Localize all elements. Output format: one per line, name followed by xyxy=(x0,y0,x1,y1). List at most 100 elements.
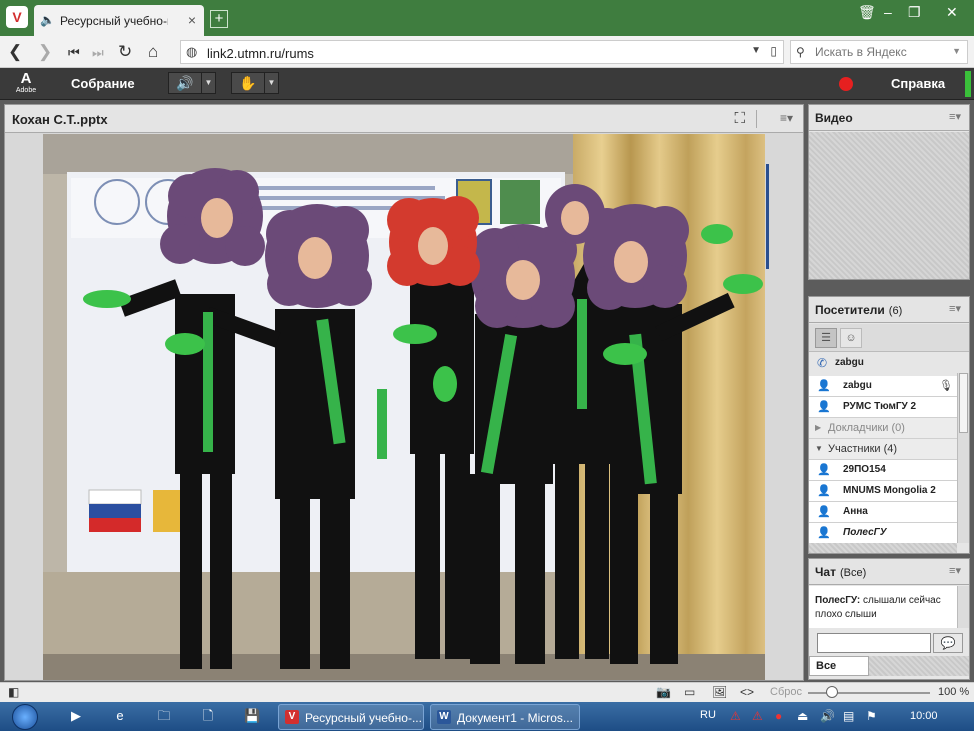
participant-icon: 👤 xyxy=(817,527,831,539)
adobe-logo: A Adobe xyxy=(14,71,38,97)
attendees-title-text: Посетители xyxy=(815,303,885,317)
forward-icon[interactable]: ❯ xyxy=(38,42,52,62)
speaker-volume-icon: 🔊 xyxy=(176,75,194,91)
folder-icon[interactable]: 🗀 xyxy=(156,708,172,724)
save-icon[interactable]: 💾 xyxy=(244,708,260,724)
video-pod-menu-icon[interactable]: ≡▾ xyxy=(949,110,961,123)
bookmark-icon[interactable]: ▯ xyxy=(770,44,777,58)
attendee-name: Анна xyxy=(843,506,868,517)
host-icon: 👤 xyxy=(817,401,831,413)
image-icon[interactable]: 🖼 xyxy=(712,685,727,699)
home-icon[interactable]: ⌂ xyxy=(148,42,158,62)
restore-icon[interactable]: ❐ xyxy=(908,4,921,21)
attendee-name: MNUMS Mongolia 2 xyxy=(843,485,936,496)
speaker-button[interactable]: 🔊 ▼ xyxy=(168,72,216,94)
chat-footer xyxy=(869,656,969,676)
chat-messages: ПолесГУ: слышали сейчас плохо слыши xyxy=(809,586,957,628)
speaker-dropdown-icon[interactable]: ▼ xyxy=(201,73,215,93)
scrollbar-thumb[interactable] xyxy=(959,373,968,433)
internet-explorer-icon[interactable]: e xyxy=(112,708,128,724)
fullscreen-icon[interactable]: ⛶ xyxy=(734,110,745,127)
back-icon[interactable]: ❮ xyxy=(8,42,22,62)
chat-target-label: Все xyxy=(816,660,837,672)
vivaldi-task-icon: V xyxy=(285,710,299,724)
browser-nav-bar: ❮ ❯ ⏮ ⏭ ↻ ⌂ ◍ link2.utmn.ru/rums ▼ ▯ ⚲ ▼ xyxy=(0,36,974,68)
status-button[interactable]: ✋ ▼ xyxy=(231,72,279,94)
chat-pod-header: Чат (Все) ≡▾ xyxy=(809,559,969,585)
attendee-row[interactable]: 👤 ПолесГУ xyxy=(809,523,957,544)
search-input[interactable] xyxy=(815,44,945,60)
start-button-icon[interactable] xyxy=(12,704,38,730)
chat-pod-menu-icon[interactable]: ≡▾ xyxy=(949,564,961,577)
header-divider xyxy=(756,110,757,128)
media-player-icon[interactable]: ▶ xyxy=(68,708,84,724)
action-center-icon[interactable]: ⚑ xyxy=(866,709,877,723)
reload-icon[interactable]: ↻ xyxy=(118,42,132,62)
status-view-icon[interactable]: ☺ xyxy=(840,328,862,348)
close-window-icon[interactable]: ✕ xyxy=(946,4,958,21)
search-box[interactable]: ⚲ ▼ xyxy=(790,40,968,64)
taskbar-browser-task[interactable]: V Ресурсный учебно-... xyxy=(278,704,424,730)
attendee-row[interactable]: 👤 zabgu 🎙 xyxy=(809,376,957,397)
chat-target-select[interactable]: Все xyxy=(809,656,869,676)
slide-scroll-indicator[interactable] xyxy=(766,164,769,269)
zoom-slider-knob[interactable] xyxy=(826,686,838,698)
close-tab-icon[interactable]: × xyxy=(188,12,196,28)
attendee-row[interactable]: 👤 Анна xyxy=(809,502,957,523)
tray-alert-icon[interactable]: ⚠ xyxy=(752,709,763,723)
attendees-pod-menu-icon[interactable]: ≡▾ xyxy=(949,302,961,315)
chat-scrollbar[interactable] xyxy=(957,586,969,628)
address-bar[interactable]: ◍ link2.utmn.ru/rums ▼ ▯ xyxy=(180,40,784,64)
presenters-group[interactable]: ▶ Докладчики (0) xyxy=(809,418,957,439)
speaker-icon: 🔈 xyxy=(40,13,55,27)
attendee-row[interactable]: 👤 29ПО154 xyxy=(809,460,957,481)
network-icon[interactable]: ▤ xyxy=(843,709,854,723)
tray-antivirus-icon[interactable]: ● xyxy=(775,709,782,723)
connection-status-icon xyxy=(965,71,971,97)
rewind-icon[interactable]: ⏮ xyxy=(68,45,80,61)
attendee-row[interactable]: 👤 РУМС ТюмГУ 2 xyxy=(809,397,957,418)
help-menu[interactable]: Справка xyxy=(891,76,945,91)
video-area xyxy=(809,132,969,279)
status-dropdown-icon[interactable]: ▼ xyxy=(264,73,278,93)
participant-icon: 👤 xyxy=(817,506,831,518)
address-dropdown-icon[interactable]: ▼ xyxy=(751,45,761,56)
pod-menu-icon[interactable]: ≡▾ xyxy=(780,111,793,125)
vivaldi-menu-icon[interactable]: V xyxy=(6,6,28,28)
camera-icon[interactable]: 📷 xyxy=(656,685,671,699)
expand-arrow-icon: ▶ xyxy=(815,423,822,432)
send-message-icon[interactable]: 💬 xyxy=(933,633,963,653)
zoom-reset[interactable]: Сброс xyxy=(770,686,802,698)
attendee-name: ПолесГУ xyxy=(843,527,887,538)
phone-user-name: zabgu xyxy=(835,357,864,368)
trash-icon[interactable]: 🗑 xyxy=(858,4,876,21)
tab-title: Ресурсный учебно-методи xyxy=(60,14,168,28)
attendees-pod-title: Посетители (6) xyxy=(815,303,902,317)
taskbar-word-task[interactable]: W Документ1 - Micros... xyxy=(430,704,580,730)
tray-usb-icon[interactable]: ⏏ xyxy=(797,709,808,723)
meeting-menu[interactable]: Собрание xyxy=(71,76,135,91)
panel-toggle-icon[interactable]: ◧ xyxy=(8,685,19,699)
chat-input[interactable] xyxy=(817,633,931,653)
code-icon[interactable]: <> xyxy=(740,685,754,699)
minimize-icon[interactable]: – xyxy=(884,4,892,20)
clock[interactable]: 10:00 xyxy=(910,710,938,722)
attendees-scrollbar[interactable] xyxy=(957,373,969,543)
attendee-row[interactable]: 👤 MNUMS Mongolia 2 xyxy=(809,481,957,502)
recording-icon[interactable] xyxy=(839,77,853,91)
language-indicator[interactable]: RU xyxy=(700,709,716,721)
document-icon[interactable]: 🗋 xyxy=(200,708,216,724)
slide-area xyxy=(5,134,803,680)
list-view-icon[interactable]: ☰ xyxy=(815,328,837,348)
fast-forward-icon[interactable]: ⏭ xyxy=(92,45,104,61)
video-pod-title: Видео xyxy=(815,111,853,125)
new-tab-button[interactable]: + xyxy=(210,10,228,28)
browser-tab[interactable]: 🔈 Ресурсный учебно-методи × xyxy=(34,5,204,36)
search-dropdown-icon[interactable]: ▼ xyxy=(952,46,961,56)
tray-alert-icon[interactable]: ⚠ xyxy=(730,709,741,723)
participants-group[interactable]: ▼ Участники (4) xyxy=(809,439,957,460)
window-icon[interactable]: ▭ xyxy=(684,685,695,699)
microphone-icon: 🎙 xyxy=(939,380,953,392)
screen: V 🔈 Ресурсный учебно-методи × + 🗑 – ❐ ✕ … xyxy=(0,0,974,731)
volume-icon[interactable]: 🔊 xyxy=(820,709,835,723)
